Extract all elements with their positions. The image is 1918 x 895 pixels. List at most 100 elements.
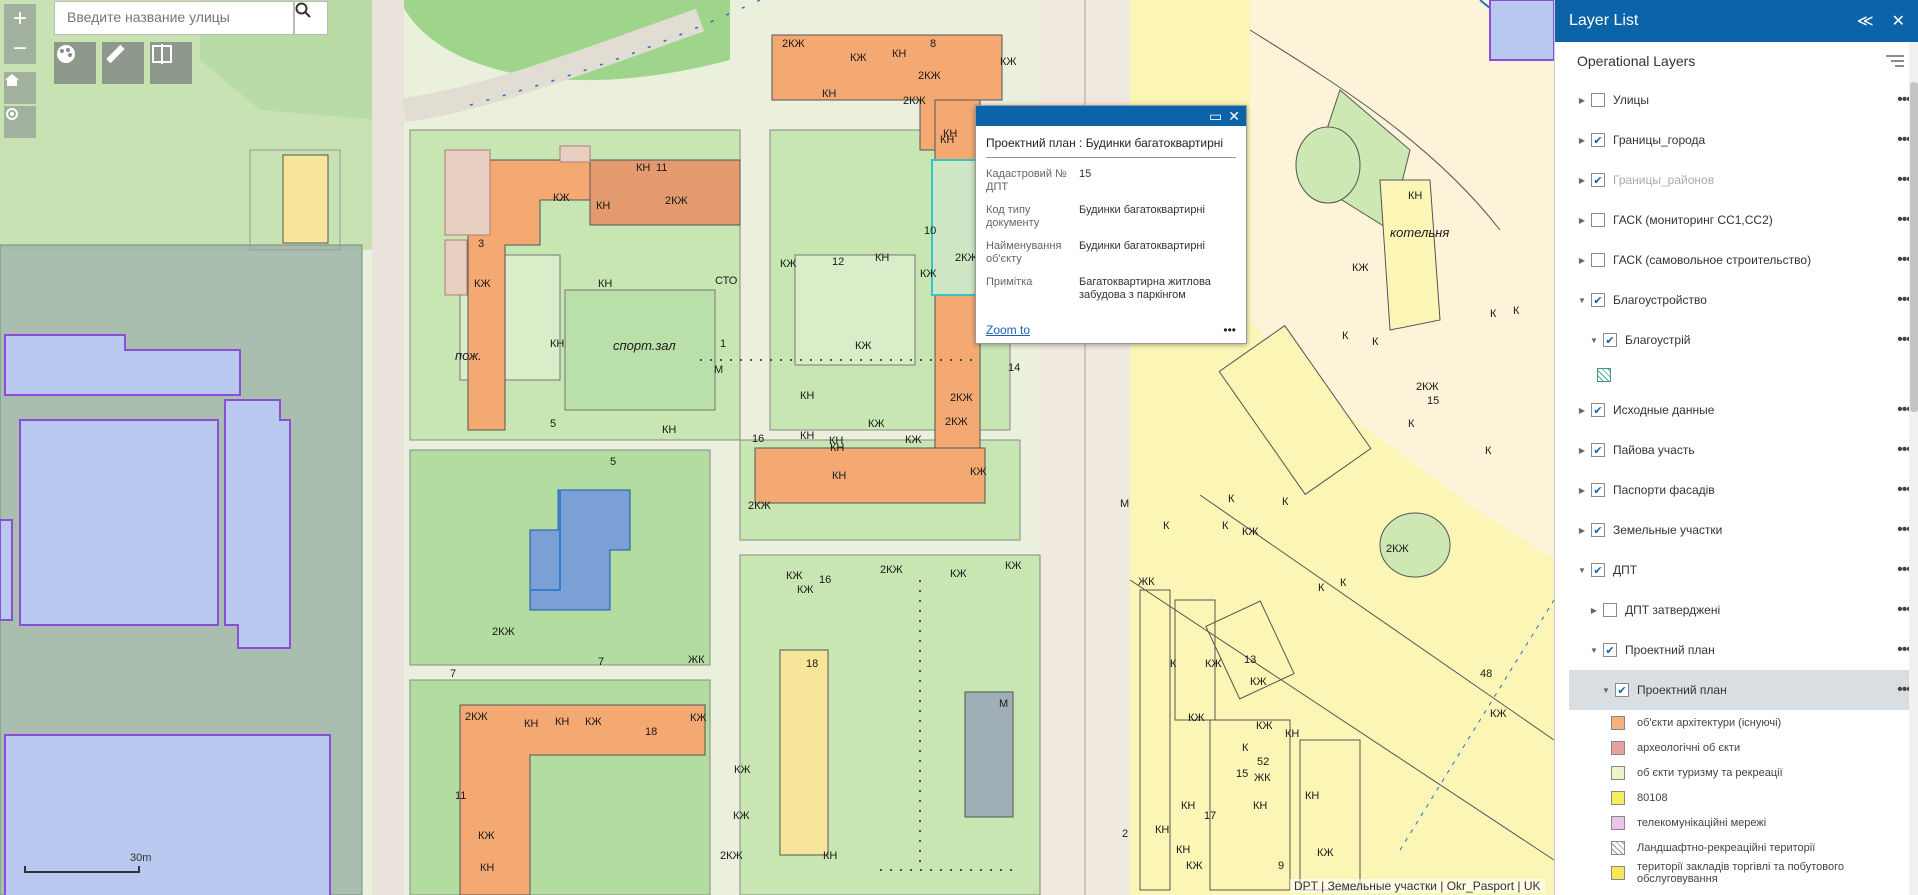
layer-checkbox[interactable] — [1591, 253, 1605, 267]
popup-title: Проектний план : Будинки багатоквартирні — [986, 136, 1236, 158]
layer-row[interactable]: ▼ ✔ Благоустрій ••• — [1555, 320, 1918, 360]
search-button[interactable] — [294, 1, 328, 35]
legend-swatch — [1611, 840, 1625, 855]
search-icon — [295, 2, 311, 18]
layer-row[interactable]: ▶ ✔ Паспорти фасадів ••• — [1555, 470, 1918, 510]
search-box[interactable] — [54, 1, 309, 35]
popup-field-key: Найменування об'єкту — [986, 240, 1062, 265]
layer-row[interactable]: ▶ ✔ Исходные данные ••• — [1555, 390, 1918, 430]
popup-more-icon[interactable]: ••• — [1223, 323, 1236, 337]
legend-swatch — [1611, 790, 1625, 805]
search-input[interactable] — [55, 2, 309, 32]
legend-item: телекомунікаційні мережі — [1555, 810, 1918, 835]
layer-list-title: Layer List — [1569, 12, 1639, 29]
feature-popup[interactable]: ▭ ✕ Проектний план : Будинки багатокварт… — [975, 105, 1247, 344]
popup-field-key: Кадастровий № ДПТ — [986, 168, 1067, 193]
layer-row[interactable]: ▶ ГАСК (самовольное строительство) ••• — [1555, 240, 1918, 280]
hatch-swatch — [1597, 368, 1611, 382]
layer-checkbox[interactable]: ✔ — [1591, 133, 1605, 147]
layer-row[interactable]: ▶ ДПТ затверджені ••• — [1555, 590, 1918, 630]
layer-name: Паспорти фасадів — [1613, 483, 1715, 497]
expand-right-icon[interactable]: ▶ — [1577, 216, 1587, 225]
legend-item: археологічні об єкти — [1555, 735, 1918, 760]
layer-row[interactable]: ▼ ✔ Благоустройство ••• — [1555, 280, 1918, 320]
layer-name: ГАСК (самовольное строительство) — [1613, 253, 1812, 267]
legend-label: об'єкти архітектури (існуючі) — [1637, 716, 1782, 729]
scrollbar[interactable] — [1909, 42, 1918, 895]
layer-row[interactable]: ▶ Улицы ••• — [1555, 80, 1918, 120]
legend-swatch — [1611, 715, 1625, 730]
layer-row[interactable]: ▶ ✔ Границы_города ••• — [1555, 120, 1918, 160]
layer-checkbox[interactable]: ✔ — [1591, 443, 1605, 457]
layer-checkbox[interactable]: ✔ — [1591, 173, 1605, 187]
layer-row[interactable]: ▶ ✔ Пайова участь ••• — [1555, 430, 1918, 470]
layer-checkbox[interactable] — [1591, 213, 1605, 227]
layer-options-icon[interactable] — [1885, 53, 1905, 69]
layer-row[interactable]: ▼ ✔ Проектний план ••• — [1555, 630, 1918, 670]
layer-checkbox[interactable]: ✔ — [1603, 333, 1617, 347]
popup-header: ▭ ✕ — [976, 106, 1246, 126]
popup-field: Найменування об'єкту Будинки багатокварт… — [986, 240, 1236, 266]
home-button[interactable] — [4, 72, 36, 104]
scale-bar — [24, 866, 140, 873]
layer-name: Улицы — [1613, 93, 1650, 107]
expand-right-icon[interactable]: ▶ — [1577, 176, 1587, 185]
zoom-in-button[interactable]: + — [4, 4, 36, 34]
close-icon[interactable]: ✕ — [1892, 11, 1905, 31]
layer-checkbox[interactable]: ✔ — [1591, 483, 1605, 497]
layer-checkbox[interactable]: ✔ — [1591, 293, 1605, 307]
popup-field-value: Будинки багатоквартирні — [1079, 240, 1205, 252]
expand-right-icon[interactable]: ▶ — [1577, 256, 1587, 265]
layer-checkbox[interactable]: ✔ — [1615, 683, 1629, 697]
popup-field: Код типу документу Будинки багатоквартир… — [986, 204, 1236, 230]
layer-checkbox[interactable] — [1591, 93, 1605, 107]
layer-row[interactable]: ▼ ✔ ДПТ ••• — [1555, 550, 1918, 590]
expand-down-icon[interactable]: ▼ — [1589, 336, 1599, 345]
popup-field-value: 15 — [1079, 168, 1092, 180]
expand-down-icon[interactable]: ▼ — [1601, 686, 1611, 695]
layer-checkbox[interactable]: ✔ — [1591, 403, 1605, 417]
expand-right-icon[interactable]: ▶ — [1577, 406, 1587, 415]
popup-field-value: Будинки багатоквартирні — [1079, 204, 1205, 216]
legend-swatch — [1611, 740, 1625, 755]
layer-checkbox[interactable]: ✔ — [1591, 523, 1605, 537]
expand-right-icon[interactable]: ▶ — [1577, 526, 1587, 535]
legend-swatch — [1611, 865, 1625, 880]
basemap-gallery-button[interactable] — [54, 42, 96, 84]
expand-right-icon[interactable]: ▶ — [1577, 446, 1587, 455]
layer-checkbox[interactable]: ✔ — [1591, 563, 1605, 577]
layer-name: Исходные данные — [1613, 403, 1715, 417]
layer-row[interactable]: ▶ ✔ Границы_районов ••• — [1555, 160, 1918, 200]
zoom-out-button[interactable]: − — [4, 34, 36, 64]
popup-field-value: Багатоквартирна житлова забудова з паркі… — [1079, 276, 1211, 301]
legend-label: 80108 — [1637, 791, 1668, 804]
collapse-icon[interactable]: ≪ — [1857, 11, 1874, 31]
expand-down-icon[interactable]: ▼ — [1577, 566, 1587, 575]
legend-label: Ландшафтно-рекреаційні території — [1637, 841, 1816, 854]
layer-checkbox[interactable] — [1603, 603, 1617, 617]
layer-name: ГАСК (мониторинг СС1,СС2) — [1613, 213, 1773, 227]
expand-right-icon[interactable]: ▶ — [1589, 606, 1599, 615]
legend-label: телекомунікаційні мережі — [1637, 816, 1767, 829]
blagoustrii-swatch-row — [1555, 360, 1918, 390]
expand-right-icon[interactable]: ▶ — [1577, 136, 1587, 145]
locate-button[interactable] — [4, 106, 36, 138]
measure-button[interactable] — [102, 42, 144, 84]
layer-row[interactable]: ▼ ✔ Проектний план ••• — [1569, 670, 1918, 710]
layer-name: Земельные участки — [1613, 523, 1723, 537]
expand-down-icon[interactable]: ▼ — [1577, 296, 1587, 305]
layer-row[interactable]: ▶ ✔ Земельные участки ••• — [1555, 510, 1918, 550]
swipe-button[interactable] — [150, 42, 192, 84]
expand-right-icon[interactable]: ▶ — [1577, 486, 1587, 495]
zoom-to-link[interactable]: Zoom to — [986, 323, 1030, 337]
close-icon[interactable]: ✕ — [1228, 109, 1240, 123]
scrollbar-thumb[interactable] — [1910, 82, 1918, 412]
layer-checkbox[interactable]: ✔ — [1603, 643, 1617, 657]
expand-right-icon[interactable]: ▶ — [1577, 96, 1587, 105]
maximize-icon[interactable]: ▭ — [1209, 109, 1222, 123]
layer-row[interactable]: ▶ ГАСК (мониторинг СС1,СС2) ••• — [1555, 200, 1918, 240]
layer-name: Благоустрій — [1625, 333, 1691, 347]
legend-item: Ландшафтно-рекреаційні території — [1555, 835, 1918, 860]
expand-down-icon[interactable]: ▼ — [1589, 646, 1599, 655]
legend-swatch — [1611, 765, 1625, 780]
